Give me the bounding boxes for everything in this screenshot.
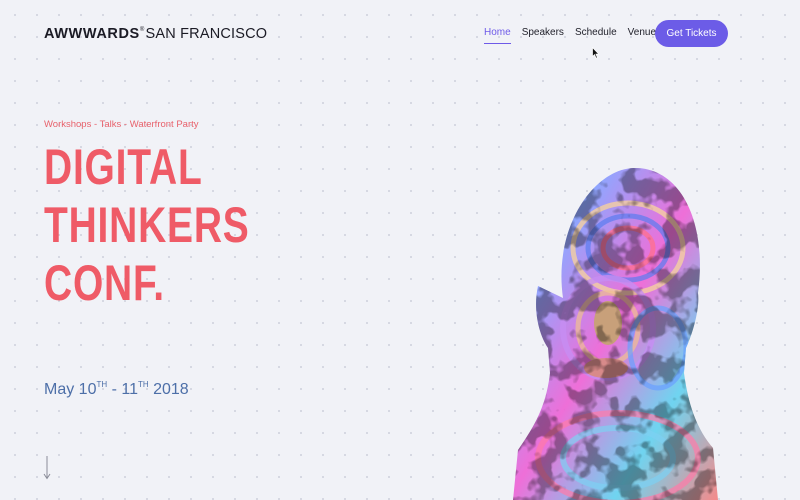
nav-item-home[interactable]: Home <box>484 27 511 44</box>
date-start: May 10 <box>44 381 97 398</box>
date-start-suffix: TH <box>96 380 108 389</box>
site-header: AWWWARDS®SAN FRANCISCO Home Speakers Sch… <box>0 0 800 70</box>
rainbow-bust-sculpture <box>513 167 718 500</box>
mouse-pointer-icon <box>592 47 600 59</box>
get-tickets-button[interactable]: Get Tickets <box>655 20 728 47</box>
date-end-suffix: TH <box>137 380 149 389</box>
headline-line-1: DIGITAL <box>44 139 203 195</box>
logo-brand: AWWWARDS <box>44 26 140 42</box>
event-dates: May 10TH - 11TH 2018 <box>44 380 189 399</box>
nav-item-speakers[interactable]: Speakers <box>522 27 564 44</box>
nav-item-schedule[interactable]: Schedule <box>575 27 617 44</box>
main-nav: Home Speakers Schedule Venue <box>484 27 656 44</box>
logo-registered-mark: ® <box>139 27 145 33</box>
site-logo[interactable]: AWWWARDS®SAN FRANCISCO <box>44 26 267 42</box>
date-year: 2018 <box>148 381 189 398</box>
hero-tagline: Workshops - Talks - Waterfront Party <box>44 119 199 130</box>
arrow-down-icon[interactable] <box>43 456 51 480</box>
nav-item-venue[interactable]: Venue <box>628 27 656 44</box>
logo-city: SAN FRANCISCO <box>145 26 268 42</box>
date-end: - 11 <box>107 381 138 398</box>
headline-line-3: CONF. <box>44 255 165 311</box>
headline-line-2: THINKERS <box>44 197 250 253</box>
hero-headline: DIGITAL THINKERS CONF. <box>44 138 308 312</box>
